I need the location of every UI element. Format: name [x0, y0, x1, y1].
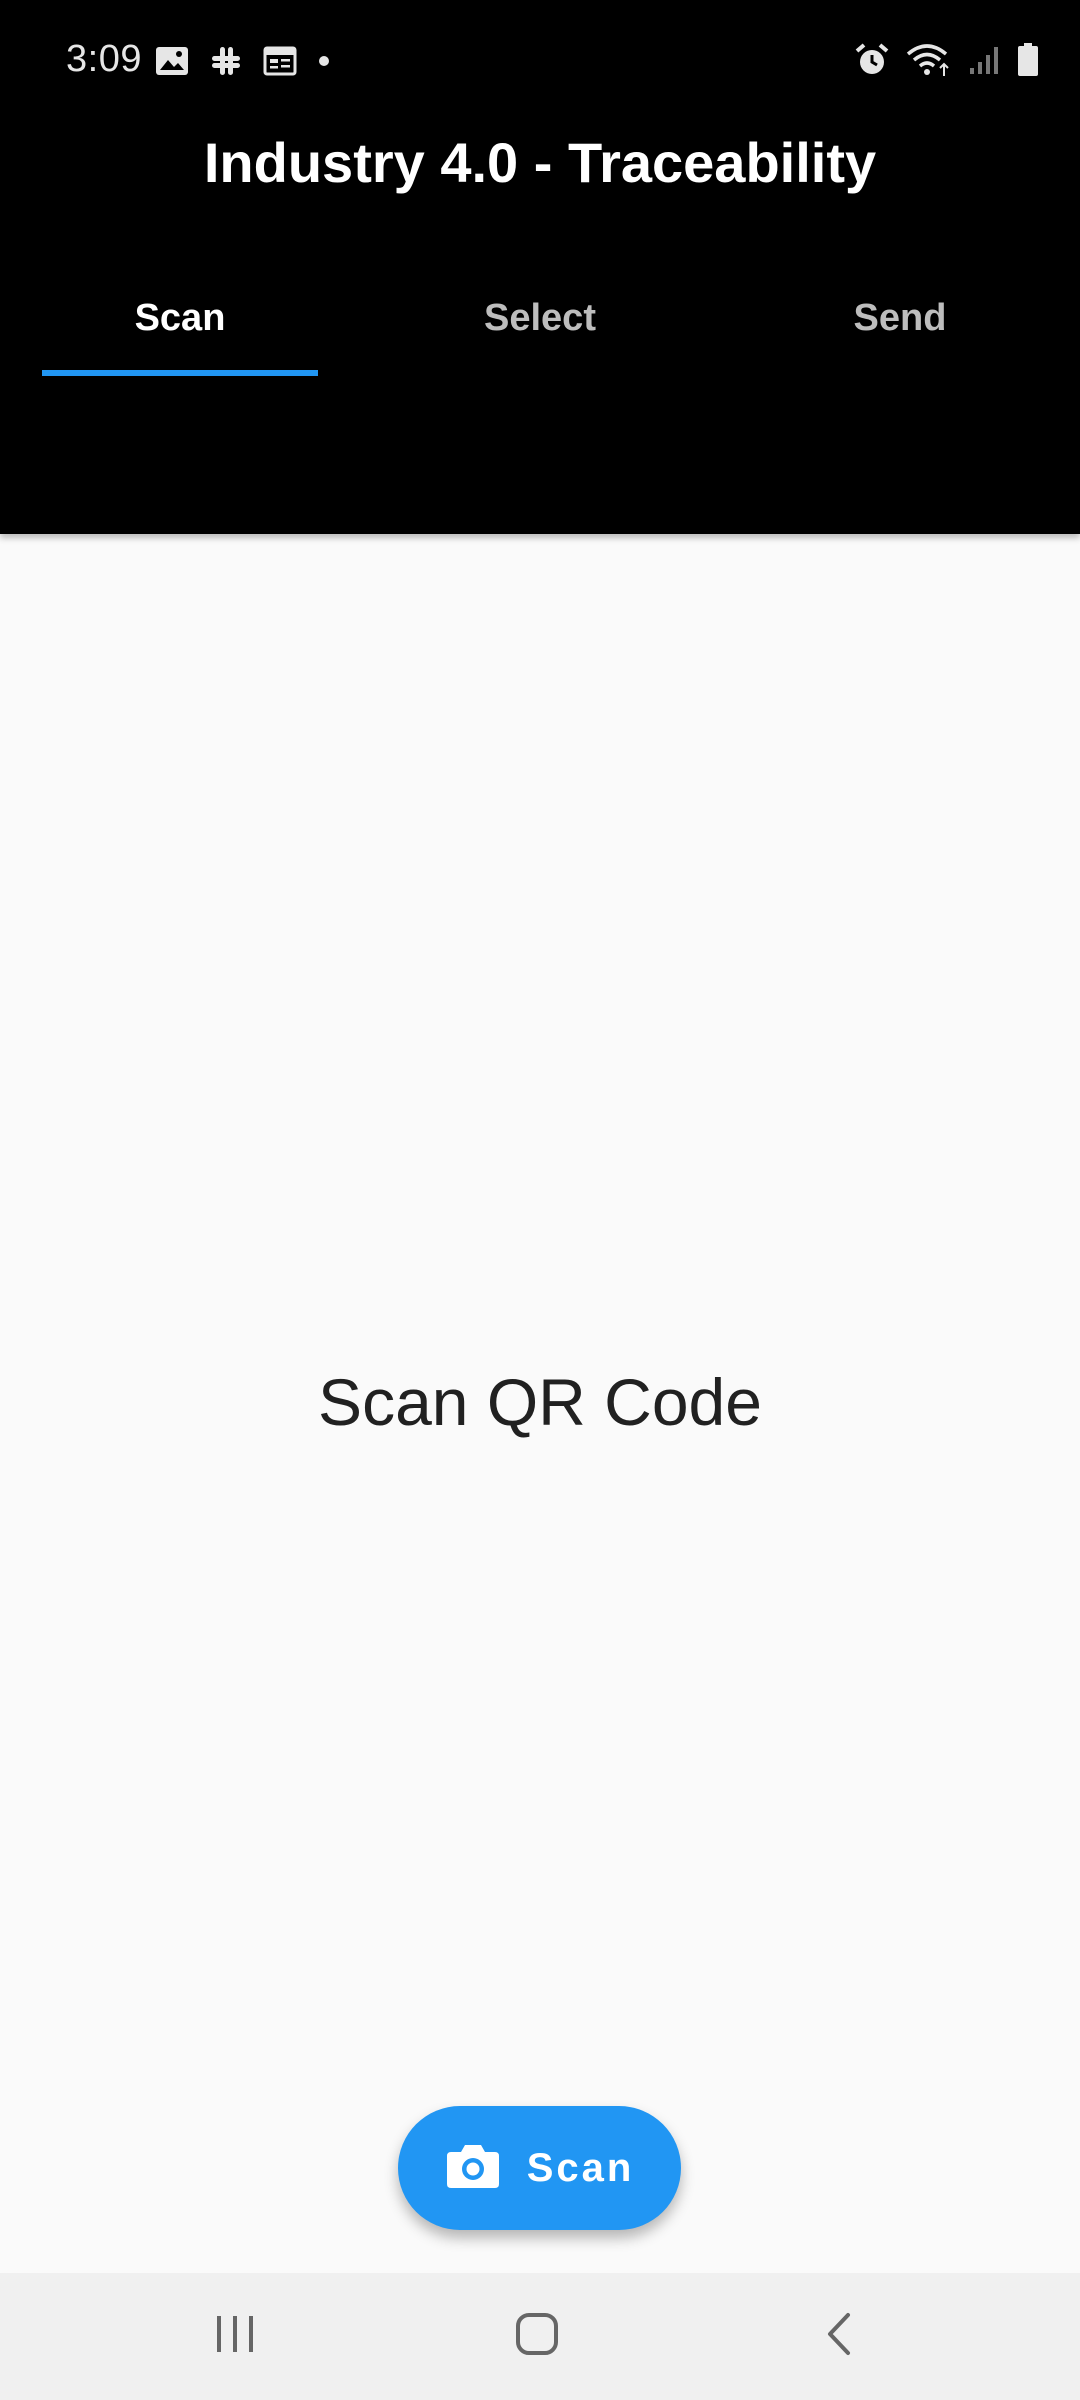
back-button[interactable]: [739, 2273, 939, 2400]
wifi-icon: [906, 42, 952, 78]
tab-send[interactable]: Send: [720, 260, 1080, 376]
scan-button[interactable]: Scan: [398, 2106, 681, 2230]
tab-scan-label: Scan: [134, 296, 226, 339]
dot-icon: [317, 54, 331, 68]
page-title: Industry 4.0 - Traceability: [203, 131, 877, 194]
tab-scan[interactable]: Scan: [0, 260, 360, 376]
tab-select[interactable]: Select: [360, 260, 720, 376]
app-screen: 3:09 Industry 4.0 - Traceability Scan Se…: [0, 0, 1080, 2400]
camera-icon: [445, 2142, 501, 2195]
navigation-bar: [0, 2273, 1080, 2400]
signal-icon: [968, 44, 1000, 76]
alarm-icon: [854, 42, 890, 78]
tab-bar: Scan Select Send: [0, 260, 1080, 376]
tab-send-label: Send: [853, 296, 947, 339]
app-bar: Industry 4.0 - Traceability Scan Select …: [0, 120, 1080, 534]
notification-icons: [155, 44, 331, 78]
battery-icon: [1016, 42, 1040, 78]
recent-apps-button[interactable]: [135, 2273, 335, 2400]
status-bar: 3:09: [0, 0, 1080, 120]
calendar-icon: [263, 45, 297, 77]
image-icon: [155, 45, 189, 77]
recent-apps-icon: [213, 2314, 257, 2359]
tab-indicator: [42, 370, 318, 376]
home-icon: [514, 2311, 560, 2362]
scan-button-label: Scan: [526, 2145, 635, 2190]
slack-icon: [209, 44, 243, 78]
scan-message: Scan QR Code: [318, 1365, 762, 1439]
back-icon: [824, 2311, 854, 2362]
system-icons: [854, 42, 1040, 78]
home-button[interactable]: [437, 2273, 637, 2400]
tab-select-label: Select: [484, 296, 596, 339]
status-time: 3:09: [66, 38, 142, 80]
